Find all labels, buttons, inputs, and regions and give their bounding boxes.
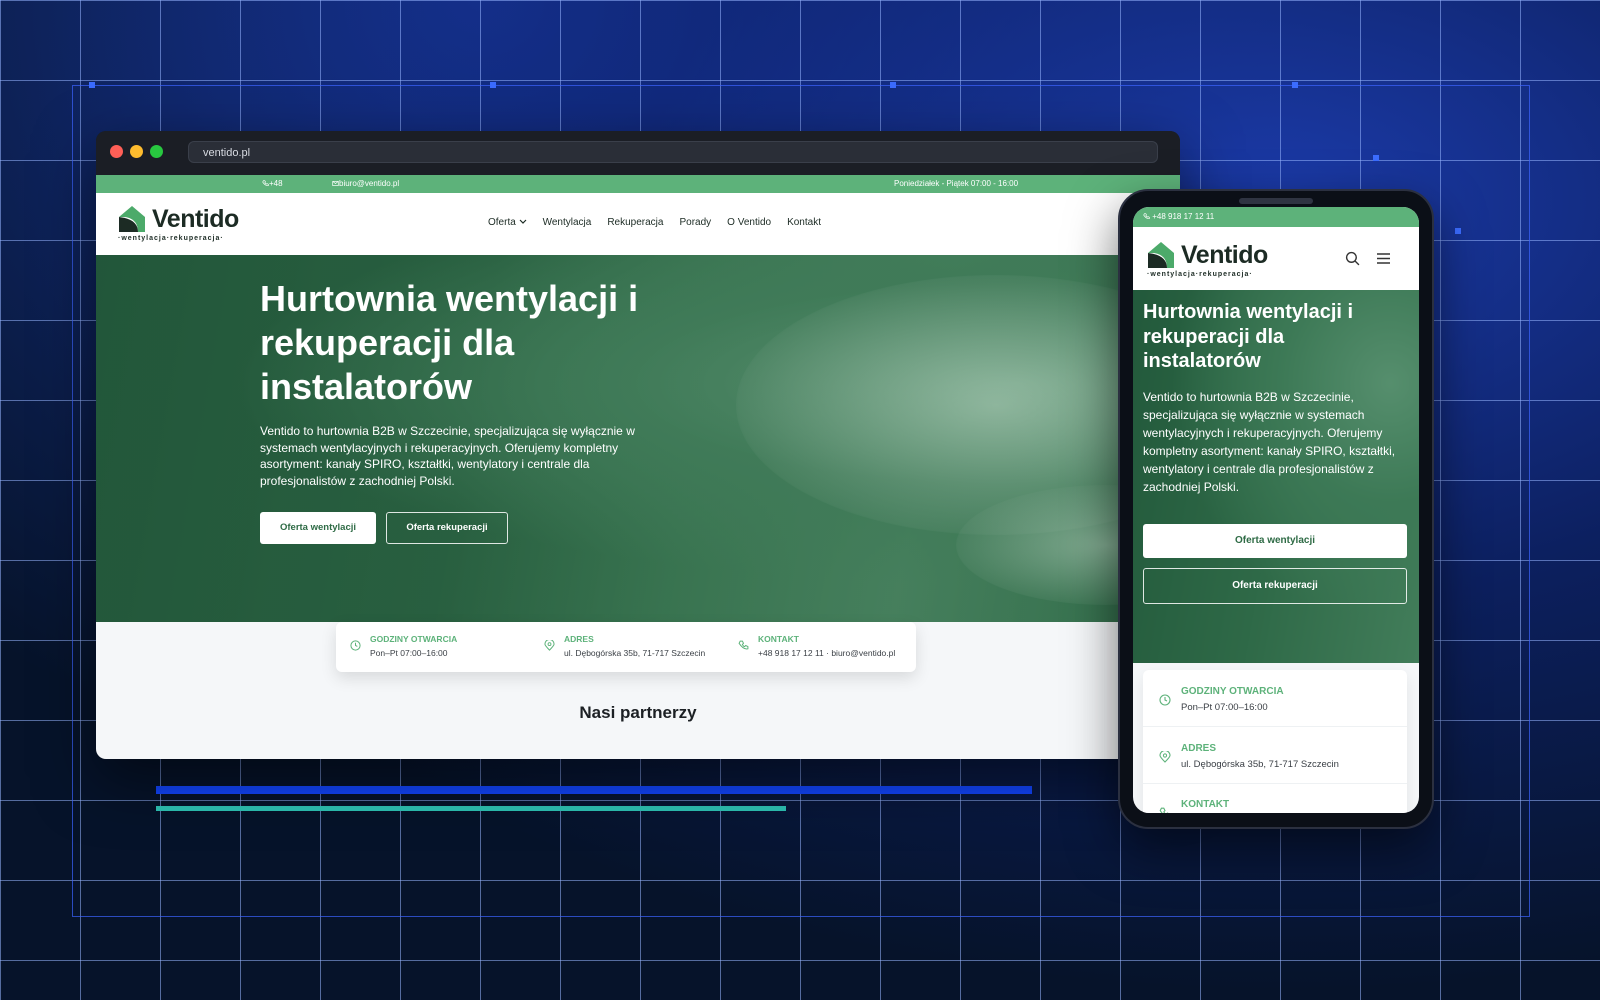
website-mobile: +48 918 17 12 11 Ventido ·wentylacja·rek…	[1133, 207, 1419, 813]
accent-line-blue	[156, 786, 1032, 794]
close-window-button[interactable]	[110, 145, 123, 158]
mobile-info-hours-value: Pon–Pt 07:00–16:00	[1181, 702, 1268, 713]
clock-icon	[1159, 694, 1171, 706]
topbar-hours: Poniedziałek - Piątek 07:00 - 16:00	[894, 179, 1019, 188]
mobile-navigation: Ventido ·wentylacja·rekuperacja·	[1133, 227, 1419, 290]
contact-topbar: +48 918 17 12 11 biuro@ventido.pl Ponied…	[96, 175, 1180, 260]
website-desktop: +48 918 17 12 11 biuro@ventido.pl Ponied…	[96, 175, 1180, 759]
mobile-info-address-value: ul. Dębogórska 35b, 71-717 Szczecin	[1181, 759, 1339, 770]
offer-ventilation-button[interactable]: Oferta wentylacji	[260, 512, 376, 544]
info-contact-value[interactable]: +48 918 17 12 11 · biuro@ventido.pl	[758, 648, 895, 658]
info-card: GODZINY OTWARCIA Pon–Pt 07:00–16:00 ADRE…	[336, 622, 916, 672]
info-address-value: ul. Dębogórska 35b, 71-717 Szczecin	[564, 648, 706, 658]
house-logo-icon	[119, 206, 145, 232]
mobile-info-hours-label: GODZINY OTWARCIA	[1181, 686, 1284, 697]
mobile-info-address-label: ADRES	[1181, 743, 1217, 754]
logo-wordmark: Ventido	[1181, 241, 1268, 269]
maximize-window-button[interactable]	[150, 145, 163, 158]
grid-marker	[89, 82, 95, 88]
nav-item-o-ventido[interactable]: O Ventido	[727, 217, 771, 228]
nav-item-porady[interactable]: Porady	[679, 217, 711, 228]
accent-line-teal	[156, 806, 786, 811]
nav-menu: Oferta Wentylacja Rekuperacja Porady O V…	[488, 217, 821, 228]
logo-wordmark: Ventido	[152, 205, 239, 233]
mobile-topbar: +48 918 17 12 11	[1133, 207, 1419, 227]
chevron-down-icon	[519, 219, 527, 224]
main-navigation: Ventido ·wentylacja·rekuperacja· Oferta …	[96, 193, 1180, 255]
topbar-phone[interactable]: +48 918 17 12 11	[262, 175, 283, 260]
nav-item-oferta-label: Oferta	[488, 217, 516, 228]
nav-item-kontakt[interactable]: Kontakt	[787, 217, 821, 228]
mobile-hero-section: Hurtownia wentylacji i rekuperacji dla i…	[1133, 290, 1419, 663]
map-pin-icon	[1159, 751, 1171, 763]
mobile-info-card: GODZINY OTWARCIA Pon–Pt 07:00–16:00 ADRE…	[1143, 670, 1407, 813]
hero-section: Hurtownia wentylacji i rekuperacji dla i…	[96, 255, 1180, 622]
desktop-browser-window: ventido.pl +48 918 17 12 11 biuro@ventid…	[96, 131, 1180, 759]
logo-tagline: ·wentylacja·rekuperacja·	[1147, 271, 1253, 278]
mobile-hero-description: Ventido to hurtownia B2B w Szczecinie, s…	[1143, 390, 1396, 494]
logo-tagline: ·wentylacja·rekuperacja·	[118, 235, 224, 242]
hero-description: Ventido to hurtownia B2B w Szczecinie, s…	[260, 424, 635, 488]
grid-marker	[490, 82, 496, 88]
mobile-device: +48 918 17 12 11 Ventido ·wentylacja·rek…	[1118, 189, 1434, 829]
hero-title: Hurtownia wentylacji i rekuperacji dla i…	[260, 278, 639, 407]
phone-icon	[1143, 213, 1150, 220]
info-address-label: ADRES	[564, 634, 594, 644]
divider	[1143, 783, 1407, 784]
address-bar[interactable]: ventido.pl	[188, 141, 1158, 163]
mobile-offer-ventilation-button[interactable]: Oferta wentylacji	[1143, 524, 1407, 558]
phone-icon	[738, 640, 749, 650]
search-icon[interactable]	[1345, 251, 1360, 266]
phone-notch	[1239, 198, 1313, 204]
nav-item-wentylacja[interactable]: Wentylacja	[543, 217, 592, 228]
offer-recuperation-button[interactable]: Oferta rekuperacji	[386, 512, 508, 544]
map-pin-icon	[544, 640, 555, 651]
topbar-email[interactable]: biuro@ventido.pl	[332, 175, 399, 193]
nav-item-rekuperacja[interactable]: Rekuperacja	[607, 217, 663, 228]
divider	[1143, 726, 1407, 727]
phone-icon	[262, 180, 269, 187]
minimize-window-button[interactable]	[130, 145, 143, 158]
clock-icon	[350, 640, 361, 651]
hamburger-icon[interactable]	[1376, 252, 1391, 265]
mobile-info-contact-label: KONTAKT	[1181, 799, 1230, 810]
mobile-hero-title: Hurtownia wentylacji i rekuperacji dla i…	[1143, 301, 1354, 372]
info-hours-value: Pon–Pt 07:00–16:00	[370, 648, 448, 658]
nav-item-oferta[interactable]: Oferta	[488, 217, 527, 228]
partners-heading: Nasi partnerzy	[579, 703, 697, 722]
mobile-offer-recuperation-button[interactable]: Oferta rekuperacji	[1143, 568, 1407, 604]
topbar-email-text: biuro@ventido.pl	[339, 179, 400, 188]
phone-icon	[1159, 807, 1169, 813]
mail-icon	[332, 181, 339, 186]
info-hours-label: GODZINY OTWARCIA	[370, 634, 458, 644]
grid-marker	[1455, 228, 1461, 234]
grid-marker	[1373, 155, 1379, 161]
house-logo-icon	[1148, 242, 1174, 268]
info-contact-label: KONTAKT	[758, 634, 799, 644]
browser-toolbar: ventido.pl	[96, 131, 1180, 175]
grid-marker	[890, 82, 896, 88]
mobile-topbar-phone[interactable]: +48 918 17 12 11	[1152, 212, 1214, 221]
grid-marker	[1292, 82, 1298, 88]
